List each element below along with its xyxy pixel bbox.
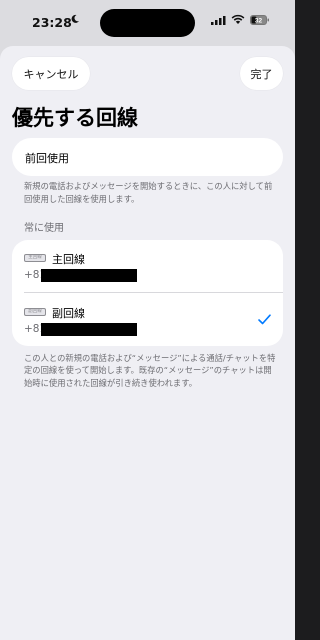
dynamic-island	[100, 9, 195, 37]
recent-line-note: 新規の電話およびメッセージを開始するときに、この人に対して前回使用した回線を使用…	[24, 181, 273, 204]
lines-list: 主回線 主回線 +81 副回線 副回線 +81	[12, 240, 283, 346]
preferred-line-sheet: キャンセル 完了 優先する回線 前回使用 新規の電話およびメッセージを開始すると…	[0, 46, 295, 640]
status-bar: 23:28 32	[0, 0, 295, 44]
battery-icon: 32	[250, 15, 269, 25]
line-option-primary[interactable]: 主回線 主回線 +81	[12, 240, 283, 292]
sim-badge: 主回線	[24, 254, 46, 262]
moon-icon	[71, 14, 79, 23]
screen: 23:28 32 キャンセル 完了 優先する回線 前回使用 新規の電話およびメッ…	[0, 0, 295, 640]
battery-level: 32	[255, 18, 263, 25]
always-use-header: 常に使用	[24, 223, 64, 234]
page-title: 優先する回線	[12, 106, 138, 130]
recent-line-label: 前回使用	[25, 152, 69, 165]
checkmark-icon	[258, 314, 271, 325]
line-name: 副回線	[52, 307, 85, 320]
line-name: 主回線	[52, 253, 85, 266]
divider	[24, 292, 283, 293]
wifi-icon	[231, 14, 245, 24]
redacted-number	[41, 323, 137, 336]
cancel-button[interactable]: キャンセル	[12, 57, 90, 90]
sim-badge: 副回線	[24, 308, 46, 316]
line-option-secondary[interactable]: 副回線 副回線 +81	[12, 294, 283, 346]
cellular-signal-icon	[211, 16, 226, 25]
recent-line-option[interactable]: 前回使用	[12, 138, 283, 176]
redacted-number	[41, 269, 137, 282]
status-time: 23:28	[32, 15, 72, 30]
done-button[interactable]: 完了	[240, 57, 283, 90]
always-use-note: この人との新規の電話および“メッセージ”による通話/チャットを特定の回線を使って…	[24, 353, 276, 388]
